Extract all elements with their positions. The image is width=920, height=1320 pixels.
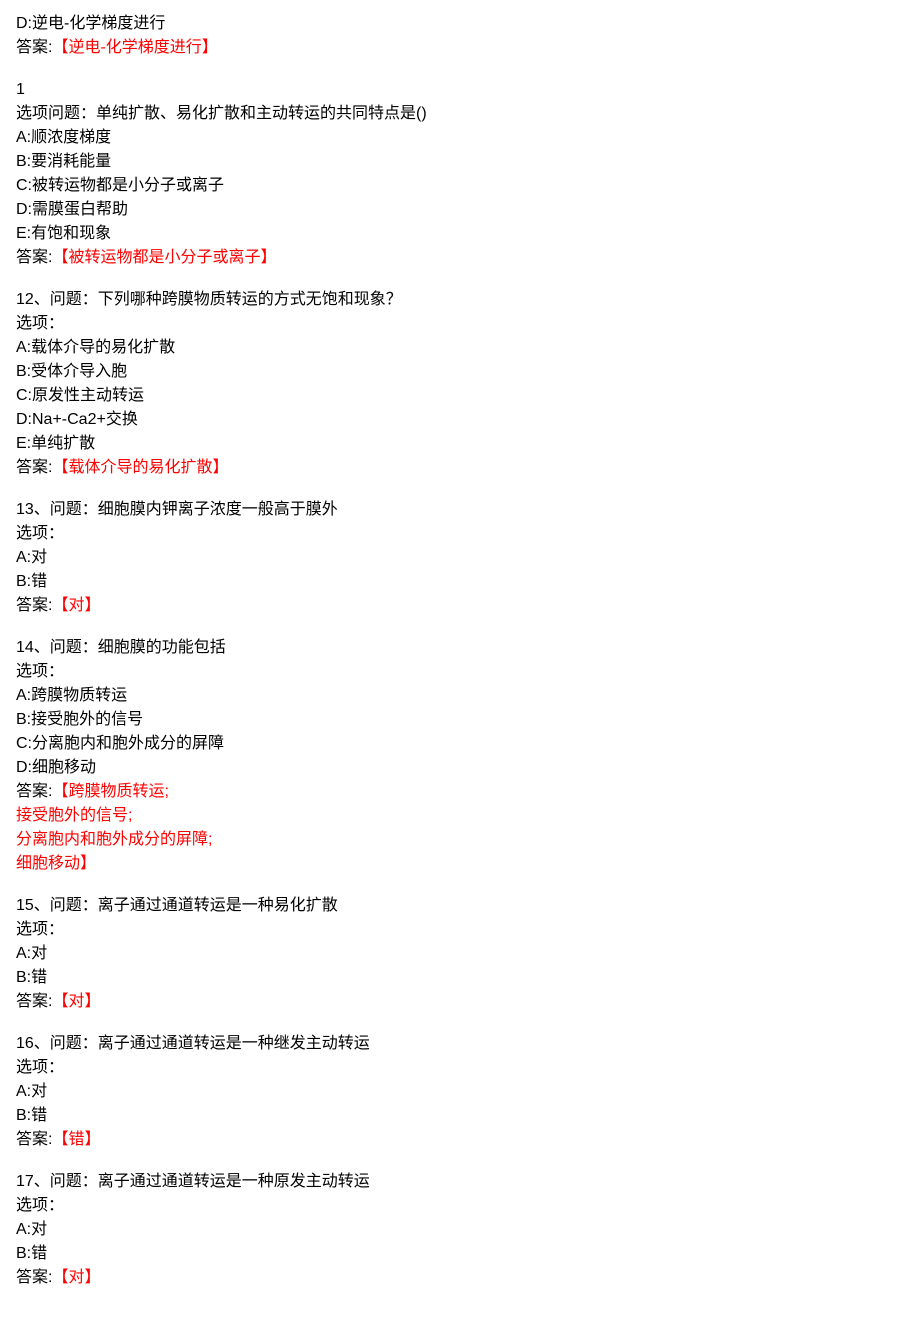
option-b: B:受体介导入胞 <box>16 360 904 384</box>
answer-text: 【对】 <box>52 597 100 614</box>
option-d: D:需膜蛋白帮助 <box>16 198 904 222</box>
answer-line: 答案:【跨膜物质转运; <box>16 780 904 804</box>
option-c: C:被转运物都是小分子或离子 <box>16 174 904 198</box>
options-label: 选项： <box>16 660 904 684</box>
question-block-13: 13、问题：细胞膜内钾离子浓度一般高于膜外 选项： A:对 B:错 答案:【对】 <box>16 498 904 618</box>
option-b: B:错 <box>16 1242 904 1266</box>
side-note-1: 1 <box>16 78 904 102</box>
answer-line: 答案:【对】 <box>16 1266 904 1290</box>
answer-text: 【被转运物都是小分子或离子】 <box>52 249 276 266</box>
answer-line: 答案:【对】 <box>16 990 904 1014</box>
question-block-15: 15、问题：离子通过通道转运是一种易化扩散 选项： A:对 B:错 答案:【对】 <box>16 894 904 1014</box>
answer-text: 【错】 <box>52 1131 100 1148</box>
option-d: D:Na+-Ca2+交换 <box>16 408 904 432</box>
question-text: 13、问题：细胞膜内钾离子浓度一般高于膜外 <box>16 498 904 522</box>
option-b: B:要消耗能量 <box>16 150 904 174</box>
options-label: 选项： <box>16 312 904 336</box>
answer-line: 答案:【逆电-化学梯度进行】 <box>16 36 904 60</box>
answer-text: 【逆电-化学梯度进行】 <box>52 39 217 56</box>
question-text: 15、问题：离子通过通道转运是一种易化扩散 <box>16 894 904 918</box>
answer-label: 答案: <box>16 783 52 800</box>
option-a: A:对 <box>16 1218 904 1242</box>
option-e: E:有饱和现象 <box>16 222 904 246</box>
option-b: B:错 <box>16 966 904 990</box>
question-text: 16、问题：离子通过通道转运是一种继发主动转运 <box>16 1032 904 1056</box>
question-text: 14、问题：细胞膜的功能包括 <box>16 636 904 660</box>
option-c: C:原发性主动转运 <box>16 384 904 408</box>
option-b: B:错 <box>16 570 904 594</box>
question-text: 问题：单纯扩散、易化扩散和主动转运的共同特点是() <box>48 105 427 122</box>
option-d: D:逆电-化学梯度进行 <box>16 12 904 36</box>
option-c: C:分离胞内和胞外成分的屏障 <box>16 732 904 756</box>
answer-text-4: 细胞移动】 <box>16 852 904 876</box>
answer-text-2: 接受胞外的信号; <box>16 804 904 828</box>
answer-line: 答案:【错】 <box>16 1128 904 1152</box>
answer-label: 答案: <box>16 249 52 266</box>
answer-text: 【对】 <box>52 1269 100 1286</box>
option-a: A:对 <box>16 1080 904 1104</box>
question-block-14: 14、问题：细胞膜的功能包括 选项： A:跨膜物质转运 B:接受胞外的信号 C:… <box>16 636 904 876</box>
answer-line: 答案:【对】 <box>16 594 904 618</box>
answer-label: 答案: <box>16 993 52 1010</box>
options-label: 选项： <box>16 522 904 546</box>
question-text-line: 选项 问题：单纯扩散、易化扩散和主动转运的共同特点是() <box>16 102 904 126</box>
option-a: A:顺浓度梯度 <box>16 126 904 150</box>
answer-line: 答案:【载体介导的易化扩散】 <box>16 456 904 480</box>
option-e: E:单纯扩散 <box>16 432 904 456</box>
question-text: 12、问题：下列哪种跨膜物质转运的方式无饱和现象？ <box>16 288 904 312</box>
side-note-2: 选项 <box>16 102 48 126</box>
option-b: B:错 <box>16 1104 904 1128</box>
answer-text: 【对】 <box>52 993 100 1010</box>
answer-text-3: 分离胞内和胞外成分的屏障; <box>16 828 904 852</box>
question-block-11: 1 选项 问题：单纯扩散、易化扩散和主动转运的共同特点是() A:顺浓度梯度 B… <box>16 78 904 270</box>
question-block-12: 12、问题：下列哪种跨膜物质转运的方式无饱和现象？ 选项： A:载体介导的易化扩… <box>16 288 904 480</box>
question-block-17: 17、问题：离子通过通道转运是一种原发主动转运 选项： A:对 B:错 答案:【… <box>16 1170 904 1290</box>
option-d: D:细胞移动 <box>16 756 904 780</box>
question-block-prev: D:逆电-化学梯度进行 答案:【逆电-化学梯度进行】 <box>16 12 904 60</box>
answer-line: 答案:【被转运物都是小分子或离子】 <box>16 246 904 270</box>
options-label: 选项： <box>16 918 904 942</box>
answer-label: 答案: <box>16 459 52 476</box>
answer-label: 答案: <box>16 1269 52 1286</box>
answer-text: 【载体介导的易化扩散】 <box>52 459 228 476</box>
options-label: 选项： <box>16 1056 904 1080</box>
options-label: 选项： <box>16 1194 904 1218</box>
question-block-16: 16、问题：离子通过通道转运是一种继发主动转运 选项： A:对 B:错 答案:【… <box>16 1032 904 1152</box>
option-b: B:接受胞外的信号 <box>16 708 904 732</box>
option-a: A:跨膜物质转运 <box>16 684 904 708</box>
answer-label: 答案: <box>16 39 52 56</box>
answer-text-1: 【跨膜物质转运; <box>52 783 168 800</box>
answer-label: 答案: <box>16 1131 52 1148</box>
answer-label: 答案: <box>16 597 52 614</box>
option-a: A:对 <box>16 942 904 966</box>
option-a: A:载体介导的易化扩散 <box>16 336 904 360</box>
option-a: A:对 <box>16 546 904 570</box>
question-text: 17、问题：离子通过通道转运是一种原发主动转运 <box>16 1170 904 1194</box>
